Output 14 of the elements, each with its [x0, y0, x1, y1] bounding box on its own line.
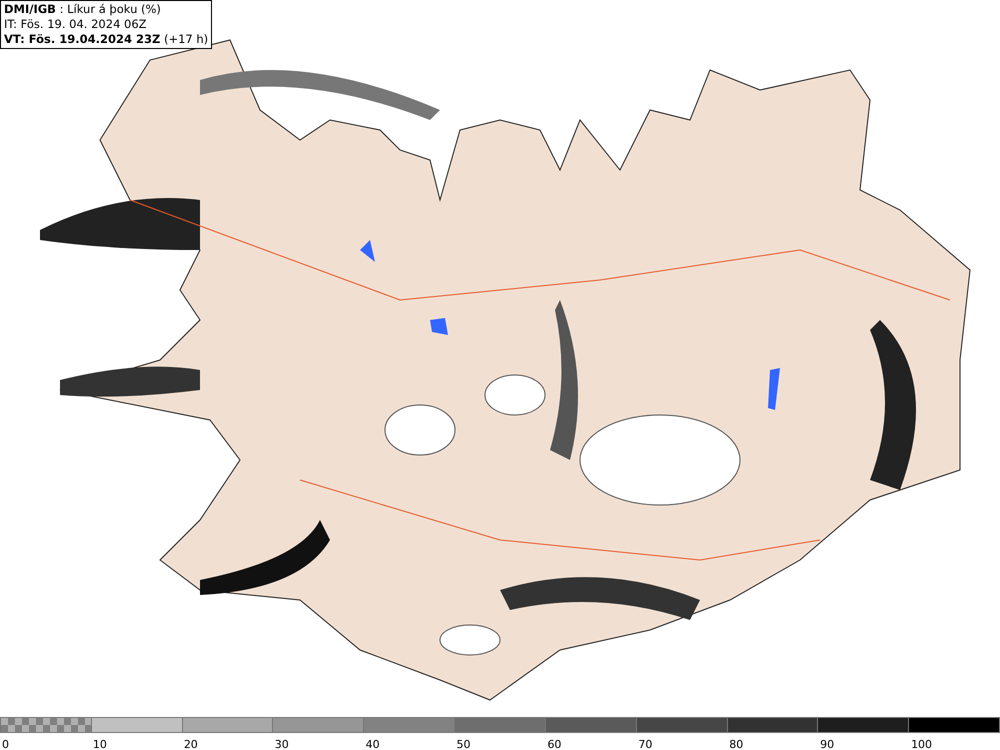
scale-label: 70 [638, 738, 652, 750]
scale-label: 0 [2, 738, 9, 750]
scale-label: 80 [729, 738, 744, 750]
scale-label: 50 [456, 738, 471, 750]
scale-label: 40 [366, 738, 380, 750]
info-text: IT: Fös. 19. 04. 2024 06Z [4, 17, 148, 32]
info-text: DMI/IGB : Líkur á þoku (%) [4, 2, 162, 17]
scale-label: 100 [911, 738, 932, 750]
scale-label: 30 [274, 738, 289, 750]
scale-label: 10 [92, 738, 107, 750]
info-text: VT: Fös. 19.04.2024 23Z (+17 h) [4, 32, 208, 47]
scale-label: 60 [547, 738, 562, 750]
scale-label: 90 [820, 738, 834, 750]
scale-label: 20 [184, 738, 198, 750]
